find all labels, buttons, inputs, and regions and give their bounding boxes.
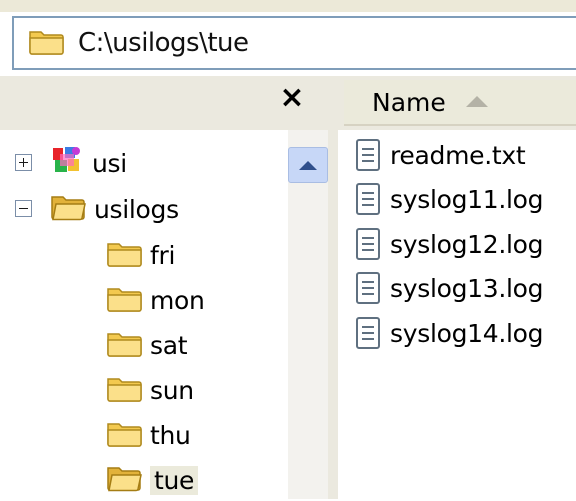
sort-ascending-icon: [465, 95, 488, 107]
tree-item-label: usilogs: [94, 194, 179, 224]
file-row-syslog11[interactable]: syslog11.log: [356, 178, 544, 220]
text-file-icon: [356, 183, 380, 215]
tree-item-label: fri: [150, 240, 176, 270]
text-file-icon: [356, 139, 380, 171]
folder-icon: [28, 27, 64, 59]
folder-icon: [106, 374, 142, 406]
pane-splitter[interactable]: [328, 130, 338, 499]
tree-item-tue[interactable]: tue: [106, 459, 199, 501]
file-name: syslog12.log: [390, 229, 544, 259]
file-name: syslog11.log: [390, 184, 544, 214]
address-path: C:\usilogs\tue: [78, 28, 249, 58]
file-name: readme.txt: [390, 140, 526, 170]
tree-item-label: sun: [150, 375, 194, 405]
tree-item-usilogs[interactable]: usilogs: [50, 188, 179, 230]
text-file-icon: [356, 317, 380, 349]
folder-icon: [106, 239, 142, 271]
tree-item-thu[interactable]: thu: [106, 414, 191, 456]
tree-item-sun[interactable]: sun: [106, 369, 194, 411]
tree-scrollbar[interactable]: [288, 130, 328, 499]
collapse-button[interactable]: [15, 200, 32, 217]
tree-item-label: mon: [150, 285, 205, 315]
column-header-label: Name: [372, 87, 446, 117]
close-tree-pane-button[interactable]: ×: [276, 82, 308, 114]
file-row-readme[interactable]: readme.txt: [356, 134, 526, 176]
name-column-header[interactable]: Name: [344, 80, 576, 126]
folder-icon: [106, 329, 142, 361]
tree-item-label-selected: tue: [150, 465, 199, 495]
tree-item-label: usi: [92, 148, 127, 178]
window-top-edge: [0, 0, 576, 12]
text-file-icon: [356, 272, 380, 304]
tree-item-fri[interactable]: fri: [106, 234, 175, 276]
folder-icon: [106, 284, 142, 316]
folder-open-icon: [106, 464, 142, 496]
tree-item-sat[interactable]: sat: [106, 324, 188, 366]
address-bar[interactable]: C:\usilogs\tue: [12, 16, 576, 70]
tree-item-usi[interactable]: usi: [50, 142, 127, 184]
file-row-syslog14[interactable]: syslog14.log: [356, 312, 544, 354]
folder-icon: [106, 419, 142, 451]
file-name: syslog14.log: [390, 318, 544, 348]
file-row-syslog12[interactable]: syslog12.log: [356, 223, 544, 265]
file-row-syslog13[interactable]: syslog13.log: [356, 267, 544, 309]
tree-item-label: sat: [150, 330, 188, 360]
text-file-icon: [356, 228, 380, 260]
file-name: syslog13.log: [390, 273, 544, 303]
chevron-up-icon: [299, 160, 317, 170]
tree-item-label: thu: [150, 420, 191, 450]
tree-item-mon[interactable]: mon: [106, 279, 205, 321]
folder-open-icon: [50, 193, 86, 225]
app-icon: [50, 145, 84, 181]
folder-tree: usi usilogs fri mon sat sun thu tue: [0, 130, 288, 499]
file-list: readme.txt syslog11.log syslog12.log sys…: [338, 130, 576, 499]
scroll-up-button[interactable]: [288, 147, 328, 183]
expand-button[interactable]: [15, 154, 32, 171]
